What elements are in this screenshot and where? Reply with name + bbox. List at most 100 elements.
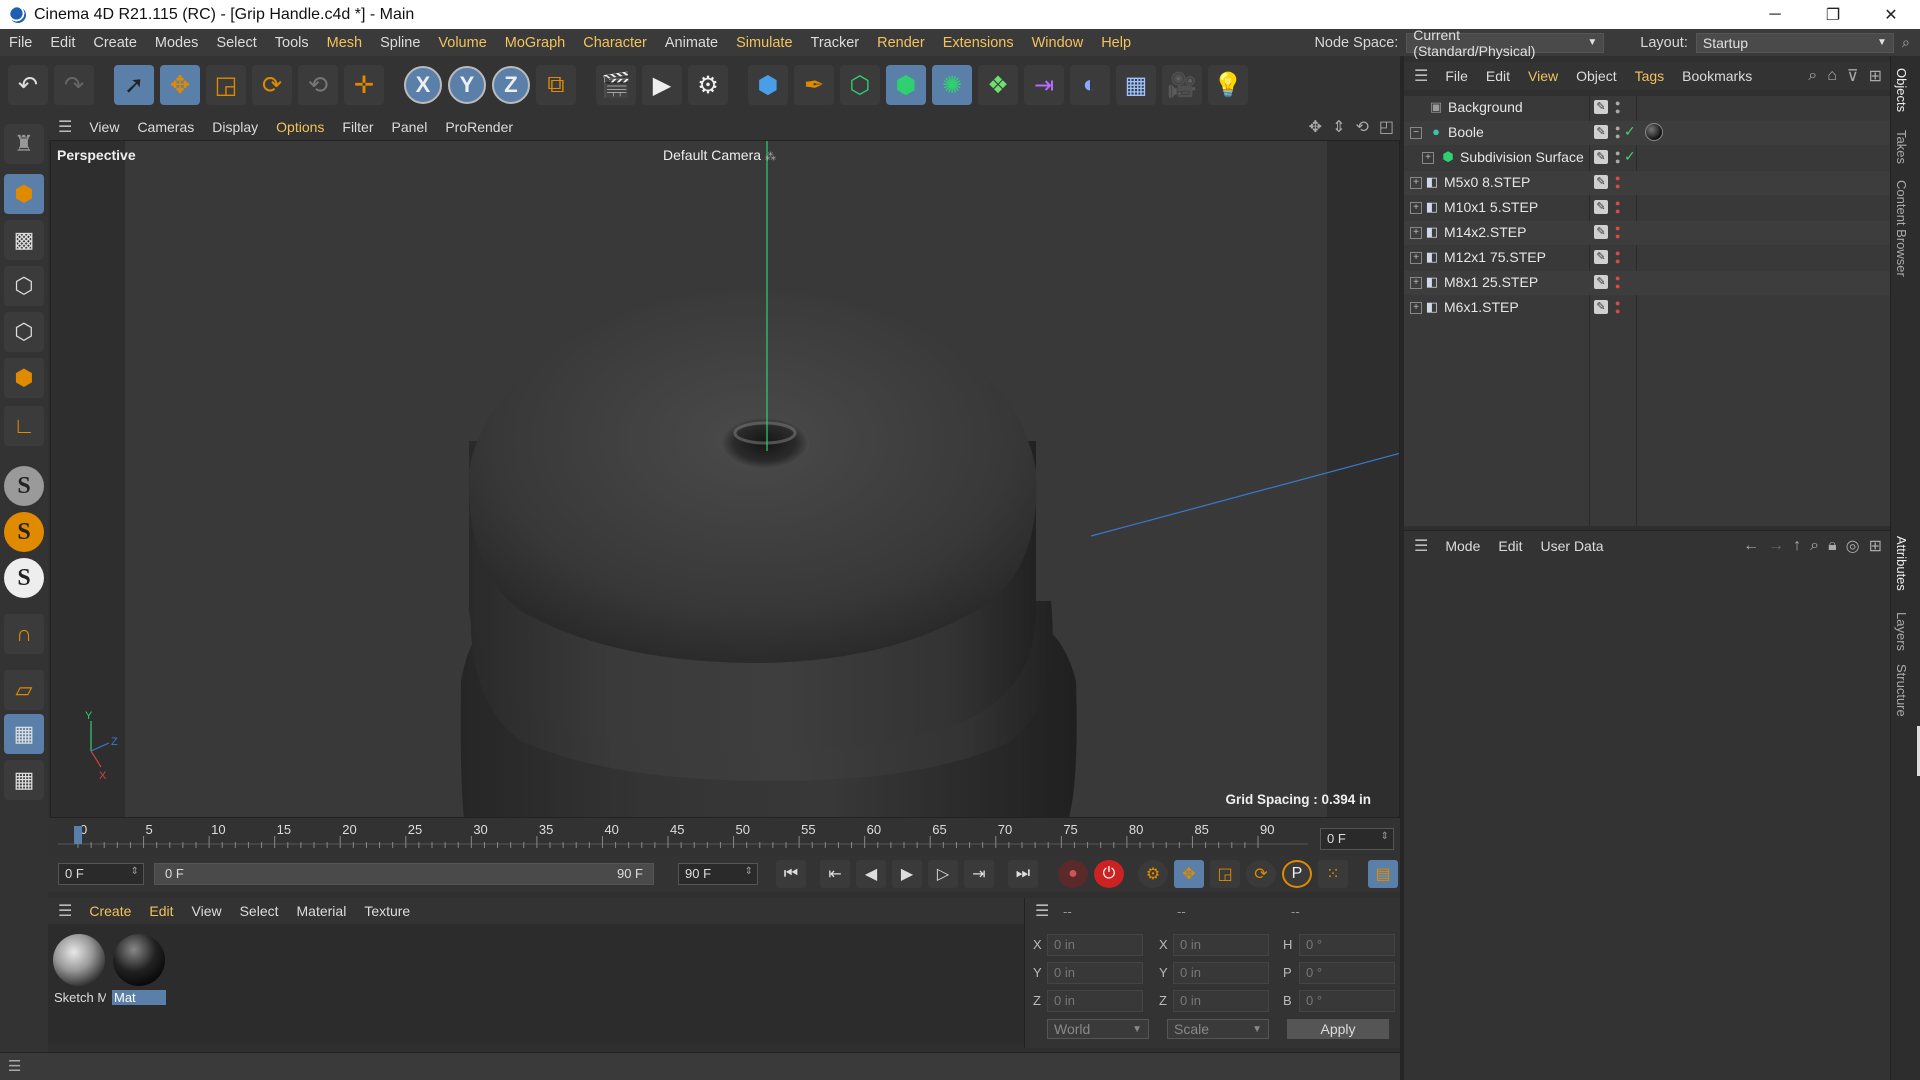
layout-dropdown[interactable]: Startup ▼: [1695, 32, 1894, 53]
deformer-icon[interactable]: ⇥: [1024, 65, 1064, 105]
object-row[interactable]: + ◧ M14x2.STEP ✎ ● ●: [1404, 221, 1890, 245]
expand-icon[interactable]: +: [1410, 227, 1422, 239]
object-row[interactable]: + ◧ M5x0 8.STEP ✎ ● ●: [1404, 171, 1890, 195]
minimize-button[interactable]: ─: [1746, 0, 1804, 29]
hamburger-icon[interactable]: ☰: [48, 117, 80, 137]
workplane-icon[interactable]: ▱: [4, 670, 44, 710]
material-menu-texture[interactable]: Texture: [355, 903, 419, 919]
size-z-field[interactable]: 0 in: [1173, 990, 1269, 1012]
rot-p-field[interactable]: 0 °: [1299, 962, 1395, 984]
array-icon[interactable]: ✺: [932, 65, 972, 105]
size-mode-dropdown[interactable]: Scale ▼: [1167, 1019, 1269, 1039]
object-name[interactable]: Boole: [1448, 124, 1484, 140]
menu-select[interactable]: Select: [207, 35, 265, 51]
apply-button[interactable]: Apply: [1287, 1019, 1389, 1039]
enabled-check-icon[interactable]: ✓: [1624, 123, 1636, 140]
max-time-field[interactable]: 90 F ⇕: [678, 863, 758, 885]
hamburger-icon[interactable]: ☰: [8, 1057, 21, 1075]
min-time-field[interactable]: 0 F ⇕: [58, 863, 144, 885]
coordinate-space-dropdown[interactable]: World ▼: [1047, 1019, 1149, 1039]
maximize-view-icon[interactable]: ◰: [1379, 117, 1394, 137]
material-menu-select[interactable]: Select: [231, 903, 288, 919]
object-name[interactable]: M8x1 25.STEP: [1444, 274, 1538, 290]
viewport-menu-panel[interactable]: Panel: [383, 119, 437, 135]
menu-edit[interactable]: Edit: [41, 35, 84, 51]
menu-animate[interactable]: Animate: [656, 35, 727, 51]
layer-edit-icon[interactable]: ✎: [1594, 275, 1608, 289]
perspective-viewport[interactable]: Y Z X Perspective Default Camera ⁂ Grid …: [50, 140, 1400, 818]
hamburger-icon[interactable]: ☰: [1404, 536, 1436, 556]
search-icon[interactable]: ⌕: [1808, 67, 1817, 85]
attribute-menu-edit[interactable]: Edit: [1489, 538, 1531, 554]
expand-icon[interactable]: +: [1410, 202, 1422, 214]
menu-file[interactable]: File: [0, 35, 41, 51]
material-menu-edit[interactable]: Edit: [140, 903, 182, 919]
move-tool-icon[interactable]: ✥: [160, 65, 200, 105]
tab-content-browser[interactable]: Content Browser: [1894, 180, 1909, 277]
menu-tools[interactable]: Tools: [266, 35, 318, 51]
tab-layers[interactable]: Layers: [1894, 612, 1909, 651]
visibility-dots-icon[interactable]: ● ●: [1615, 299, 1621, 316]
collapse-icon[interactable]: −: [1410, 127, 1422, 139]
texture-mode-icon[interactable]: ▩: [4, 220, 44, 260]
object-name[interactable]: M12x1 75.STEP: [1444, 249, 1546, 265]
timeline-ticks[interactable]: 0 5 10 15 20 25 30 35 40 45 50 55 60 65 70 75 80 85 90: [58, 818, 1308, 856]
menu-character[interactable]: Character: [574, 35, 656, 51]
menu-volume[interactable]: Volume: [429, 35, 495, 51]
viewport-menu-view[interactable]: View: [80, 119, 128, 135]
subdivision-surface-icon[interactable]: ⬡: [840, 65, 880, 105]
object-row[interactable]: + ◧ M12x1 75.STEP ✎ ● ●: [1404, 246, 1890, 270]
enabled-check-icon[interactable]: ✓: [1624, 148, 1636, 165]
close-button[interactable]: ✕: [1862, 0, 1920, 29]
back-arrow-icon[interactable]: ←: [1743, 537, 1759, 555]
current-frame-field[interactable]: 0 F ⇕: [1320, 828, 1394, 850]
filter-icon[interactable]: ⊽: [1847, 66, 1859, 86]
scale-key-icon[interactable]: ◲: [1210, 860, 1240, 888]
layer-edit-icon[interactable]: ✎: [1594, 125, 1608, 139]
orbit-icon[interactable]: ⟲: [1355, 117, 1368, 137]
object-row[interactable]: ▣ Background ✎ ● ●: [1404, 96, 1890, 120]
polygons-mode-icon[interactable]: ⬢: [4, 358, 44, 398]
object-menu-view[interactable]: View: [1519, 68, 1567, 84]
rotation-key-icon[interactable]: ⟳: [1246, 860, 1276, 888]
menu-simulate[interactable]: Simulate: [727, 35, 801, 51]
visibility-dots-icon[interactable]: ● ●: [1615, 149, 1621, 166]
locked-workplane-icon[interactable]: ▦: [4, 714, 44, 754]
visibility-dots-icon[interactable]: ● ●: [1615, 224, 1621, 241]
scale-tool-icon[interactable]: ◲: [206, 65, 246, 105]
spinner-icon[interactable]: ⇕: [745, 866, 753, 877]
cloner-icon[interactable]: ❖: [978, 65, 1018, 105]
layer-edit-icon[interactable]: ✎: [1594, 100, 1608, 114]
render-to-picture-viewer-icon[interactable]: ▶: [642, 65, 682, 105]
object-row[interactable]: − ● Boole ✎ ● ● ✓: [1404, 121, 1890, 145]
visibility-dots-icon[interactable]: ● ●: [1615, 124, 1621, 141]
layer-edit-icon[interactable]: ✎: [1594, 250, 1608, 264]
menu-spline[interactable]: Spline: [371, 35, 429, 51]
menu-help[interactable]: Help: [1092, 35, 1140, 51]
next-key-icon[interactable]: ⇥: [964, 860, 994, 888]
spinner-icon[interactable]: ⇕: [1381, 831, 1389, 842]
object-row[interactable]: + ◧ M6x1.STEP ✎ ● ●: [1404, 296, 1890, 320]
object-row[interactable]: + ◧ M8x1 25.STEP ✎ ● ●: [1404, 271, 1890, 295]
point-level-animation-icon[interactable]: ⁙: [1318, 860, 1348, 888]
size-y-field[interactable]: 0 in: [1173, 962, 1269, 984]
position-key-icon[interactable]: ✥: [1174, 860, 1204, 888]
attribute-menu-user-data[interactable]: User Data: [1532, 538, 1613, 554]
object-menu-tags[interactable]: Tags: [1626, 68, 1674, 84]
pen-spline-icon[interactable]: ✒: [794, 65, 834, 105]
tab-structure[interactable]: Structure: [1894, 664, 1909, 717]
axis-mode-icon[interactable]: ∟: [4, 406, 44, 446]
material-sketch[interactable]: Sketch M: [52, 932, 106, 1012]
camera-icon[interactable]: 🎥: [1162, 65, 1202, 105]
lock-icon[interactable]: 🔒︎: [1828, 537, 1837, 555]
visibility-dots-icon[interactable]: ● ●: [1615, 99, 1621, 116]
layer-edit-icon[interactable]: ✎: [1594, 150, 1608, 164]
visibility-dots-icon[interactable]: ● ●: [1615, 199, 1621, 216]
object-name[interactable]: Subdivision Surface: [1460, 149, 1584, 165]
expand-icon[interactable]: +: [1410, 252, 1422, 264]
material-menu-create[interactable]: Create: [80, 903, 140, 919]
expand-icon[interactable]: +: [1410, 177, 1422, 189]
layer-edit-icon[interactable]: ✎: [1594, 200, 1608, 214]
parameter-key-icon[interactable]: P: [1282, 860, 1312, 888]
rot-b-field[interactable]: 0 °: [1299, 990, 1395, 1012]
